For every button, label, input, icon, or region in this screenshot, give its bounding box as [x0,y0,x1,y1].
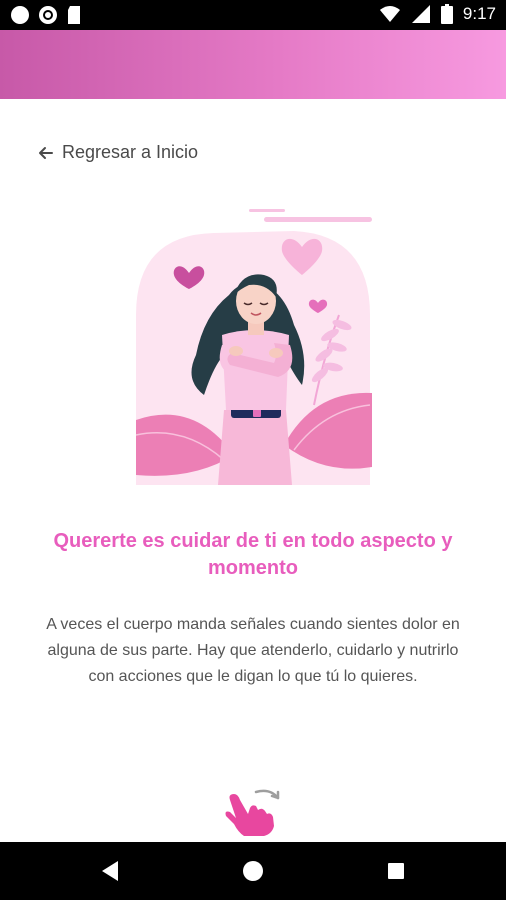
app-bar [0,30,506,99]
swipe-hand-icon[interactable] [222,786,286,838]
recents-square-icon[interactable] [356,842,436,900]
section-description: A veces el cuerpo manda señales cuando s… [46,616,460,685]
home-circle-icon[interactable] [213,842,293,900]
status-time: 9:17 [462,4,496,23]
back-to-home-link[interactable]: Regresar a Inicio [38,142,198,163]
battery-icon [440,4,453,24]
back-link-label: Regresar a Inicio [62,142,199,162]
section-title: Quererte es cuidar de ti en todo aspecto… [53,530,453,579]
system-nav-bar [0,842,506,900]
status-left-icons [10,5,82,25]
woman-hugging-herself-illustration [135,209,372,485]
record-icon [39,6,57,24]
back-triangle-icon[interactable] [70,842,150,900]
signal-icon [411,5,430,23]
status-right-icons: 9:17 [379,4,496,24]
circle-icon [11,6,29,24]
arrow-left-icon [39,146,53,159]
status-bar: 9:17 [0,0,506,30]
wifi-icon [379,6,400,22]
sd-card-icon [68,6,80,24]
